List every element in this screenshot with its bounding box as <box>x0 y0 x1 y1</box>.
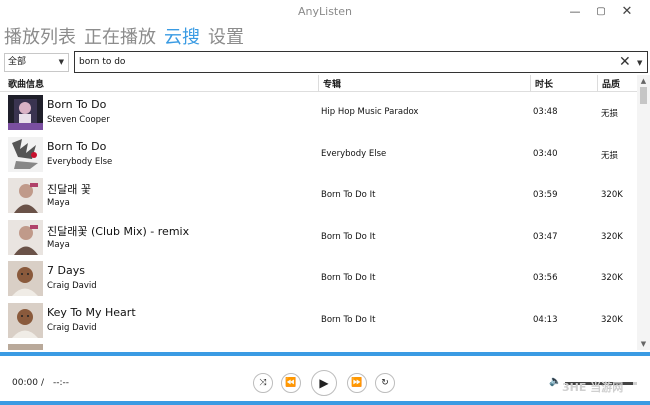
next-icon: ⏩ <box>351 378 363 388</box>
song-quality: 320K <box>601 231 623 242</box>
table-row[interactable]: 진달래 꽃 Maya Born To Do It 03:59 320K <box>0 175 637 217</box>
column-header-info[interactable]: 歌曲信息 <box>8 77 44 90</box>
song-quality: 320K <box>601 273 623 283</box>
table-row[interactable]: Born To Do Everybody Else Everybody Else… <box>0 134 637 176</box>
total-time: --:-- <box>53 378 70 388</box>
table-row[interactable]: Key To My Heart Craig David Born To Do I… <box>0 300 637 342</box>
song-album: Born To Do It <box>321 231 376 242</box>
play-button[interactable]: ▶ <box>311 370 337 396</box>
song-artist: Steven Cooper <box>47 115 110 125</box>
tab-playlist[interactable]: 播放列表 <box>4 25 76 51</box>
table-row[interactable]: 7 Days Craig David Born To Do It 03:56 3… <box>0 258 637 300</box>
next-button[interactable]: ⏩ <box>347 373 367 393</box>
scrollbar-thumb[interactable] <box>640 87 647 104</box>
song-quality: 320K <box>601 314 623 325</box>
song-album: Everybody Else <box>321 148 387 159</box>
song-artist: Everybody Else <box>47 156 113 167</box>
play-icon: ▶ <box>319 376 329 390</box>
repeat-icon: ↻ <box>381 378 389 388</box>
column-header-duration[interactable]: 时长 <box>535 77 553 90</box>
song-album: Born To Do It <box>321 273 376 283</box>
album-cover-image <box>8 302 43 338</box>
scroll-up-icon[interactable]: ▲ <box>637 75 650 87</box>
main-tabs: 播放列表 正在播放 云搜 设置 <box>4 25 244 51</box>
song-duration: 04:13 <box>533 314 558 325</box>
song-album: Hip Hop Music Paradox <box>321 107 419 117</box>
album-cover-image <box>8 95 43 130</box>
column-divider[interactable] <box>530 75 531 92</box>
song-artist: Maya <box>47 198 70 208</box>
clear-icon[interactable]: ✕ <box>619 53 631 71</box>
minimize-button[interactable]: — <box>566 3 584 21</box>
tab-settings[interactable]: 设置 <box>208 25 244 51</box>
song-artist: Craig David <box>47 281 97 291</box>
results-list: Born To Do Steven Cooper Hip Hop Music P… <box>0 92 637 350</box>
album-cover-image <box>8 219 43 255</box>
maximize-button[interactable]: ▢ <box>592 3 610 21</box>
search-scope-value: 全部 <box>8 57 27 67</box>
album-cover-image <box>8 261 43 296</box>
song-album: Born To Do It <box>321 190 376 200</box>
table-row[interactable]: Born To Do Steven Cooper Hip Hop Music P… <box>0 92 637 134</box>
table-row[interactable] <box>0 341 637 350</box>
column-divider[interactable] <box>597 75 598 92</box>
bottom-accent-bar <box>0 401 650 405</box>
search-input[interactable] <box>79 55 599 69</box>
scroll-down-icon[interactable]: ▼ <box>637 338 650 350</box>
song-title: 7 Days <box>47 264 85 277</box>
results-table-header: 歌曲信息 专辑 时长 品质 <box>0 75 640 92</box>
song-duration: 03:56 <box>533 273 558 283</box>
search-history-dropdown-icon[interactable]: ▼ <box>637 54 642 72</box>
song-title: Born To Do <box>47 98 107 111</box>
current-time: 00:00 <box>12 378 38 388</box>
title-bar: AnyListen — ▢ ✕ <box>0 0 650 24</box>
chevron-down-icon: ▼ <box>58 58 64 66</box>
song-quality: 320K <box>601 190 623 200</box>
volume-icon[interactable]: 🔈 <box>549 376 561 387</box>
song-title: Key To My Heart <box>47 305 136 319</box>
previous-button[interactable]: ⏪ <box>281 373 301 393</box>
table-row[interactable]: 진달래꽃 (Club Mix) - remix Maya Born To Do … <box>0 217 637 259</box>
shuffle-button[interactable]: ⤨ <box>253 373 273 393</box>
close-button[interactable]: ✕ <box>618 3 636 21</box>
song-quality: 无损 <box>601 109 619 119</box>
song-duration: 03:59 <box>533 190 558 200</box>
song-artist: Craig David <box>47 322 97 333</box>
song-title: 진달래꽃 (Club Mix) - remix <box>47 224 190 238</box>
column-divider[interactable] <box>318 75 319 92</box>
previous-icon: ⏪ <box>285 378 297 388</box>
song-duration: 03:40 <box>533 148 558 159</box>
column-header-album[interactable]: 专辑 <box>323 77 341 90</box>
song-artist: Maya <box>47 239 70 250</box>
search-scope-select[interactable]: 全部 ▼ <box>4 53 69 72</box>
tab-cloud-search[interactable]: 云搜 <box>164 25 200 51</box>
column-header-quality[interactable]: 品质 <box>602 77 620 90</box>
results-scrollbar[interactable]: ▲ ▼ <box>637 75 650 350</box>
song-title: 진달래 꽃 <box>47 183 91 196</box>
watermark-logo: 3HE 当游网 <box>562 381 624 394</box>
song-title: Born To Do <box>47 139 107 153</box>
tab-now-playing[interactable]: 正在播放 <box>84 25 156 51</box>
app-title: AnyListen <box>298 5 352 18</box>
playback-progress-bar[interactable] <box>0 352 650 356</box>
search-box: ✕ ▼ <box>74 51 648 73</box>
album-cover-image <box>8 344 43 350</box>
time-separator: / <box>41 378 45 388</box>
song-quality: 无损 <box>601 150 619 161</box>
song-duration: 03:47 <box>533 231 558 242</box>
album-cover-image <box>8 178 43 213</box>
shuffle-icon: ⤨ <box>259 378 267 388</box>
repeat-button[interactable]: ↻ <box>375 373 395 393</box>
album-cover-image <box>8 136 43 172</box>
song-duration: 03:48 <box>533 107 558 117</box>
song-album: Born To Do It <box>321 314 376 325</box>
